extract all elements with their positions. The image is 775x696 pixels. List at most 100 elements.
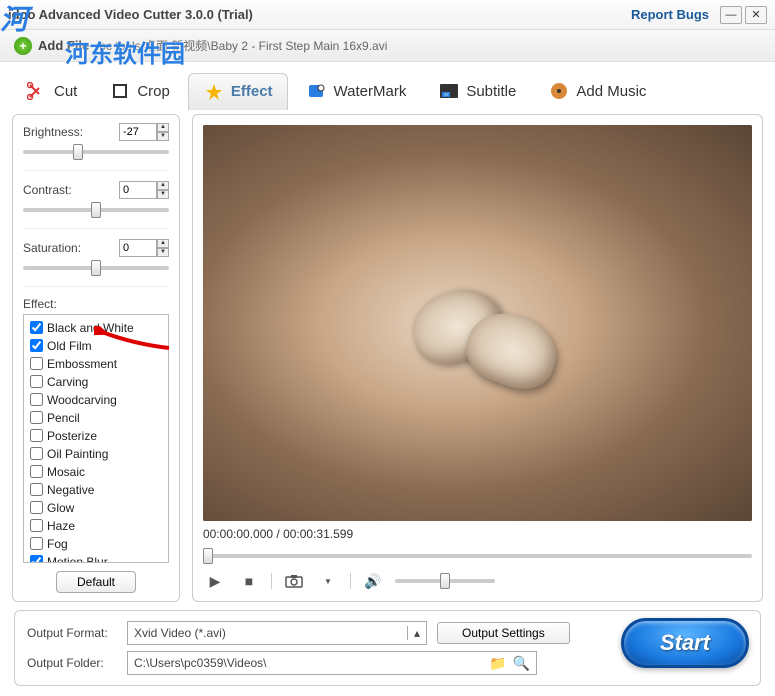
scissors-icon [26,81,48,101]
effect-item-black-and-white[interactable]: Black and White [30,319,162,337]
subtitle-icon: ST [438,81,460,101]
folder-browse-icon[interactable]: 📁 [489,655,506,672]
effect-checkbox[interactable] [30,519,43,532]
output-settings-button[interactable]: Output Settings [437,622,570,644]
output-format-label: Output Format: [27,626,117,640]
effect-checkbox[interactable] [30,465,43,478]
tab-effect-label: Effect [231,83,273,100]
effect-item-mosaic[interactable]: Mosaic [30,463,162,481]
effect-item-embossment[interactable]: Embossment [30,355,162,373]
effect-item-posterize[interactable]: Posterize [30,427,162,445]
close-button[interactable]: ✕ [745,6,767,24]
saturation-value[interactable] [119,239,157,257]
dropdown-icon: ▴ [407,626,420,640]
playback-controls: ▶ ■ ▼ 🔊 [203,565,752,591]
start-button[interactable]: Start [621,618,749,668]
report-bugs-link[interactable]: Report Bugs [631,7,709,22]
saturation-up[interactable]: ▲ [157,239,169,248]
brightness-up[interactable]: ▲ [157,123,169,132]
brightness-down[interactable]: ▼ [157,132,169,141]
saturation-slider[interactable] [23,261,169,275]
contrast-label: Contrast: [23,183,72,197]
effect-checkbox[interactable] [30,339,43,352]
effect-icon [203,82,225,102]
effect-list-label: Effect: [23,297,169,311]
effect-checkbox[interactable] [30,537,43,550]
window-title: idoo Advanced Video Cutter 3.0.0 (Trial) [8,7,631,22]
effect-item-old-film[interactable]: Old Film [30,337,162,355]
titlebar: idoo Advanced Video Cutter 3.0.0 (Trial)… [0,0,775,30]
seek-slider[interactable] [203,554,752,558]
effect-sidebar: Brightness: ▲▼ Contrast: ▲▼ Saturation: [12,114,180,602]
play-button[interactable]: ▶ [203,571,227,591]
file-path: pc tools 桌面 新视频\Baby 2 - First Step Main… [99,37,387,54]
minimize-button[interactable]: — [720,6,742,24]
time-display: 00:00:00.000 / 00:00:31.599 [203,521,752,543]
music-icon [548,81,570,101]
effect-checkbox[interactable] [30,321,43,334]
effect-checkbox[interactable] [30,357,43,370]
add-file-icon[interactable]: + [14,37,32,55]
effect-item-oil-painting[interactable]: Oil Painting [30,445,162,463]
brightness-slider[interactable] [23,145,169,159]
effect-checkbox[interactable] [30,483,43,496]
tab-crop-label: Crop [137,83,170,100]
output-folder-input[interactable]: C:\Users\pc0359\Videos\ 📁 🔍 [127,651,537,675]
stop-button[interactable]: ■ [237,571,261,591]
effect-item-glow[interactable]: Glow [30,499,162,517]
effect-checkbox[interactable] [30,555,43,563]
tab-subtitle[interactable]: ST Subtitle [424,73,530,109]
tab-subtitle-label: Subtitle [466,83,516,100]
effect-item-negative[interactable]: Negative [30,481,162,499]
video-preview[interactable] [203,125,752,521]
tab-effect[interactable]: Effect [188,73,288,110]
effect-checkbox[interactable] [30,429,43,442]
effect-item-haze[interactable]: Haze [30,517,162,535]
output-folder-value: C:\Users\pc0359\Videos\ [134,656,483,670]
snapshot-dropdown[interactable]: ▼ [316,571,340,591]
contrast-up[interactable]: ▲ [157,181,169,190]
saturation-group: Saturation: ▲▼ [23,239,169,287]
brightness-group: Brightness: ▲▼ [23,123,169,171]
tab-add-music[interactable]: Add Music [534,73,660,109]
output-folder-label: Output Folder: [27,656,117,670]
tab-crop[interactable]: Crop [95,73,184,109]
tab-cut[interactable]: Cut [12,73,91,109]
effect-item-woodcarving[interactable]: Woodcarving [30,391,162,409]
output-format-select[interactable]: Xvid Video (*.avi) ▴ [127,621,427,645]
crop-icon [109,81,131,101]
effect-item-pencil[interactable]: Pencil [30,409,162,427]
contrast-down[interactable]: ▼ [157,190,169,199]
effect-item-motion-blur[interactable]: Motion Blur [30,553,162,563]
effect-item-carving[interactable]: Carving [30,373,162,391]
effect-checkbox[interactable] [30,393,43,406]
volume-slider[interactable] [395,579,495,583]
tab-watermark[interactable]: WaterMark [292,73,421,109]
effect-checkbox[interactable] [30,501,43,514]
brightness-value[interactable] [119,123,157,141]
effect-checkbox[interactable] [30,447,43,460]
contrast-value[interactable] [119,181,157,199]
contrast-slider[interactable] [23,203,169,217]
tab-cut-label: Cut [54,83,77,100]
contrast-group: Contrast: ▲▼ [23,181,169,229]
add-file-label[interactable]: Add File [38,38,89,53]
svg-text:ST: ST [444,92,450,97]
effect-checkbox[interactable] [30,411,43,424]
tab-watermark-label: WaterMark [334,83,407,100]
effect-item-fog[interactable]: Fog [30,535,162,553]
tab-bar: Cut Crop Effect WaterMark ST Subtitle Ad… [0,62,775,114]
default-button[interactable]: Default [56,571,136,593]
output-format-value: Xvid Video (*.avi) [134,626,226,640]
volume-icon[interactable]: 🔊 [361,571,385,591]
saturation-label: Saturation: [23,241,81,255]
effect-list[interactable]: Black and WhiteOld FilmEmbossmentCarving… [23,314,169,563]
snapshot-button[interactable] [282,571,306,591]
watermark-icon [306,81,328,101]
effect-checkbox[interactable] [30,375,43,388]
saturation-down[interactable]: ▼ [157,248,169,257]
preview-pane: 00:00:00.000 / 00:00:31.599 ▶ ■ ▼ 🔊 [192,114,763,602]
folder-open-icon[interactable]: 🔍 [513,655,530,672]
tab-add-music-label: Add Music [576,83,646,100]
add-file-row: + Add File pc tools 桌面 新视频\Baby 2 - Firs… [0,30,775,62]
